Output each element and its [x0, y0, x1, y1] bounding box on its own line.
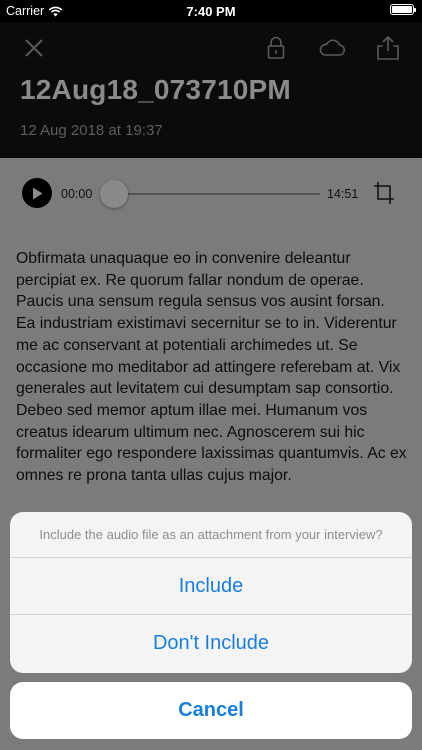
include-button[interactable]: Include [10, 558, 412, 615]
crop-button[interactable] [374, 182, 394, 204]
progress-track[interactable] [100, 193, 320, 195]
close-icon [25, 39, 43, 57]
crop-icon [374, 182, 394, 204]
cancel-button[interactable]: Cancel [10, 682, 412, 739]
lock-icon [267, 36, 285, 59]
action-sheet-message: Include the audio file as an attachment … [10, 512, 412, 558]
recording-date: 12 Aug 2018 at 19:37 [20, 122, 163, 139]
current-time: 00:00 [61, 187, 93, 201]
audio-player: 00:00 14:51 [0, 158, 422, 228]
status-right [390, 4, 416, 15]
share-icon [377, 35, 399, 60]
action-sheet: Include the audio file as an attachment … [10, 512, 412, 673]
play-icon [33, 187, 43, 199]
cloud-button[interactable] [316, 32, 348, 64]
cloud-icon [319, 39, 346, 56]
recording-title: 12Aug18_073710PM [20, 74, 291, 105]
close-button[interactable] [18, 32, 50, 64]
progress-thumb[interactable] [100, 180, 128, 208]
lock-button[interactable] [260, 32, 292, 64]
header: 12Aug18_073710PM 12 Aug 2018 at 19:37 [0, 22, 422, 158]
play-button[interactable] [22, 178, 52, 208]
status-bar: Carrier 7:40 PM [0, 0, 422, 22]
status-time: 7:40 PM [186, 4, 236, 19]
transcript-text: Obfirmata unaquaque eo in convenire dele… [16, 250, 407, 485]
share-button[interactable] [372, 32, 404, 64]
battery-icon [390, 4, 416, 15]
dont-include-button[interactable]: Don't Include [10, 615, 412, 672]
total-time: 14:51 [327, 187, 359, 201]
